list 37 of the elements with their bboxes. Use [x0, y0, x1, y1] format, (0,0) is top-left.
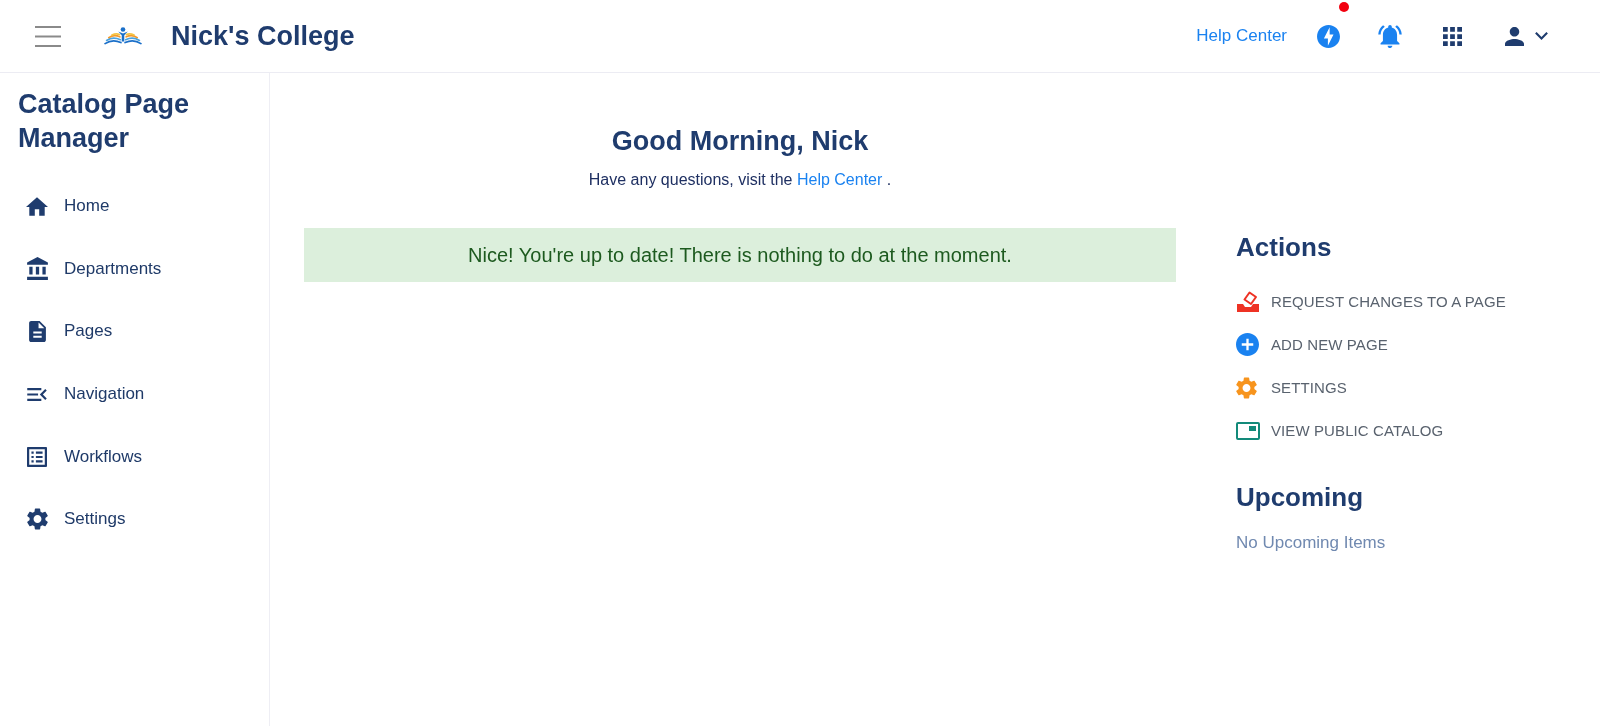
add-icon [1236, 333, 1259, 356]
bank-icon [26, 257, 48, 281]
action-link[interactable]: ADD NEW PAGE [1271, 336, 1388, 353]
college-name: Nick's College [171, 20, 355, 52]
action-link[interactable]: VIEW PUBLIC CATALOG [1271, 422, 1444, 439]
book-logo-icon [104, 27, 142, 45]
sidebar-item[interactable]: Pages [0, 300, 269, 363]
document-icon [28, 321, 46, 342]
sidebar-item[interactable]: Departments [0, 237, 269, 301]
window-icon [1236, 421, 1260, 440]
help-sentence: Have any questions, visit the Help Center . [587, 170, 893, 190]
bell-icon[interactable] [1378, 24, 1402, 48]
menu-icon[interactable] [35, 25, 61, 47]
settings-icon [26, 508, 48, 531]
list-icon [27, 446, 47, 467]
lightning-icon[interactable] [1317, 24, 1340, 48]
list-collapse-icon [27, 387, 47, 401]
sidebar-item[interactable]: Workflows [0, 425, 269, 488]
sidebar-item[interactable]: Settings [0, 487, 269, 551]
sidebar-item[interactable]: Home [0, 175, 269, 238]
eraser-icon [1236, 290, 1260, 313]
settings-icon [1236, 376, 1257, 399]
apps-grid-icon[interactable] [1443, 26, 1462, 46]
help-center-link[interactable]: Help Center [796, 171, 883, 188]
upcoming-heading: Upcoming [1236, 482, 1365, 512]
home-icon [26, 196, 48, 216]
actions-heading: Actions [1236, 232, 1333, 262]
sidebar-item[interactable]: Navigation [0, 362, 269, 426]
chevron-down-icon[interactable] [1535, 32, 1548, 40]
greeting-title: Good Morning, Nick [610, 125, 870, 157]
help-center-link[interactable]: Help Center [1196, 26, 1287, 46]
user-icon[interactable] [1505, 26, 1524, 46]
sidebar-title: Catalog Page Manager [17, 88, 191, 155]
empty-state-text: No Upcoming Items [1236, 532, 1387, 554]
action-link[interactable]: REQUEST CHANGES TO A PAGE [1271, 293, 1506, 310]
action-link[interactable]: SETTINGS [1271, 379, 1347, 396]
success-message: Nice! You're up to date! There is nothing to do at the moment. [304, 228, 1176, 282]
